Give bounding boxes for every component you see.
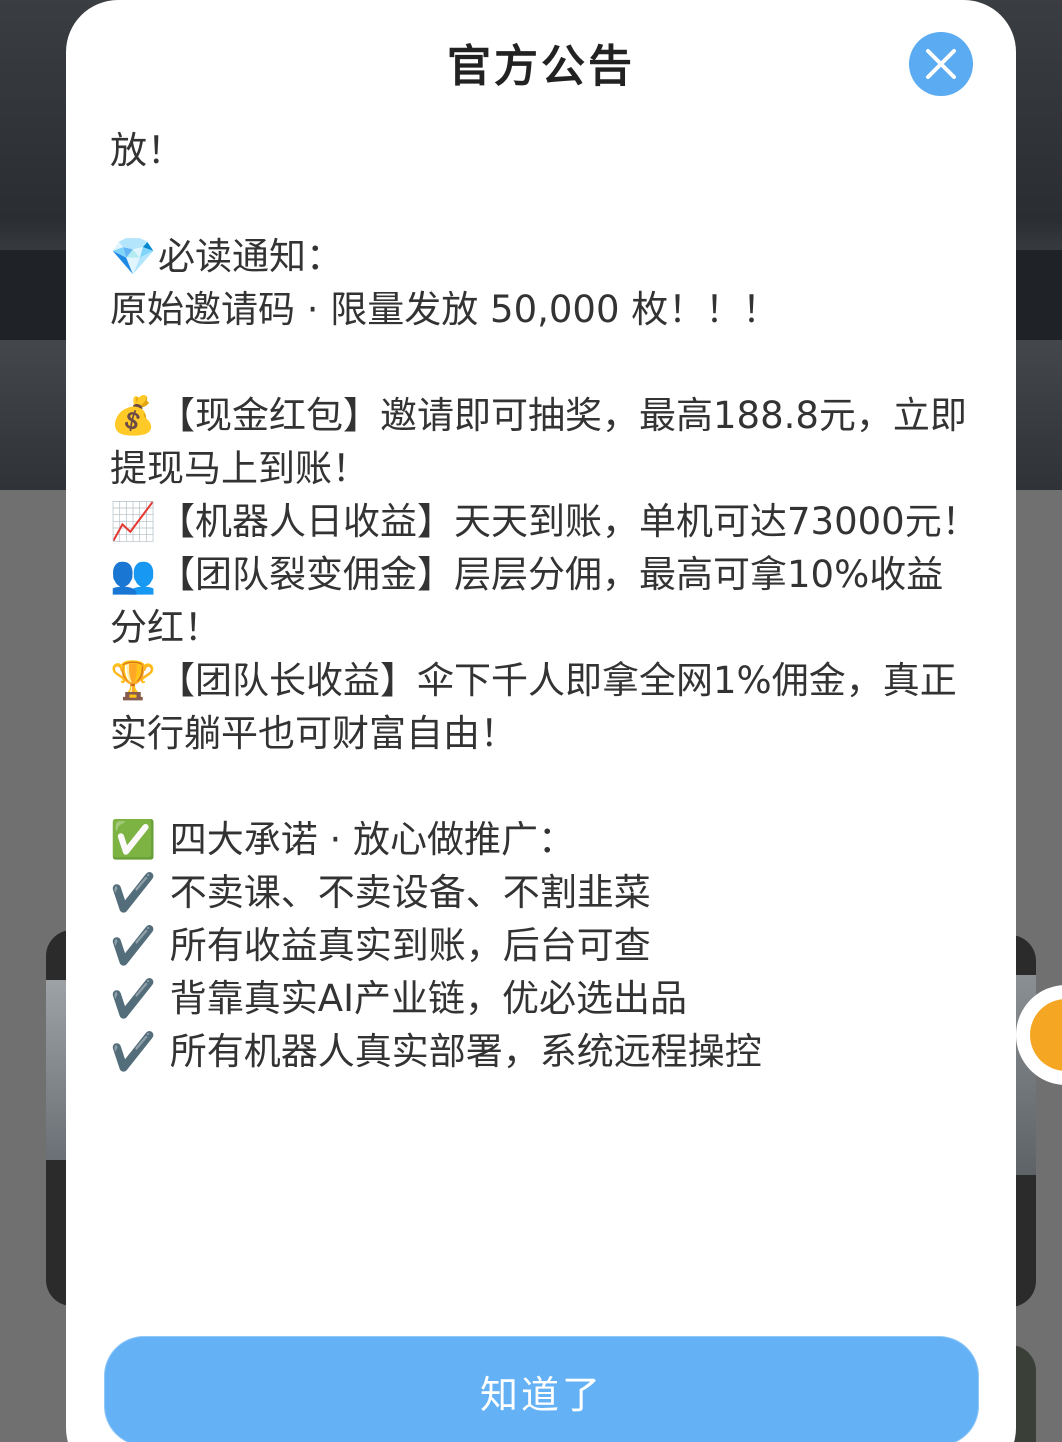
check-mark-icon: ✔️ bbox=[110, 977, 157, 1020]
money-bag-icon: 💰 bbox=[110, 394, 157, 437]
chart-up-icon: 📈 bbox=[110, 500, 157, 543]
acknowledge-button[interactable]: 知道了 bbox=[104, 1336, 979, 1442]
notice-line: 原始邀请码 · 限量发放 50,000 枚！！！ bbox=[110, 288, 780, 331]
promise-item: ✔️ 所有收益真实到账，后台可查 bbox=[110, 919, 980, 972]
check-mark-icon: ✔️ bbox=[110, 924, 157, 967]
promise-item: ✔️ 背靠真实AI产业链，优必选出品 bbox=[110, 972, 980, 1025]
people-icon: 👥 bbox=[110, 553, 157, 596]
benefit-item: 📈【机器人日收益】天天到账，单机可达73000元！ bbox=[110, 495, 980, 548]
diamond-icon: 💎 bbox=[110, 235, 157, 278]
screen: 官方公告 放！ 💎必读通知： 原始邀请码 · 限量发放 50,000 枚！！！ … bbox=[0, 0, 1062, 1442]
check-mark-icon: ✔️ bbox=[110, 1030, 157, 1073]
close-icon bbox=[926, 49, 956, 79]
close-button[interactable] bbox=[909, 32, 973, 96]
benefit-item: 💰【现金红包】邀请即可抽奖，最高188.8元，立即提现马上到账！ bbox=[110, 389, 980, 495]
promise-item: ✔️ 所有机器人真实部署，系统远程操控 bbox=[110, 1025, 980, 1078]
announcement-body: 放！ 💎必读通知： 原始邀请码 · 限量发放 50,000 枚！！！ 💰【现金红… bbox=[110, 124, 980, 1078]
notice-heading: 💎必读通知： bbox=[110, 230, 980, 283]
check-box-icon: ✅ bbox=[110, 818, 157, 861]
benefit-item: 🏆【团队长收益】伞下千人即拿全网1%佣金，真正实行躺平也可财富自由！ bbox=[110, 654, 980, 760]
promise-item: ✔️ 不卖课、不卖设备、不割韭菜 bbox=[110, 866, 980, 919]
trophy-icon: 🏆 bbox=[110, 659, 157, 702]
promise-heading: ✅ 四大承诺 · 放心做推广： bbox=[110, 813, 980, 866]
check-mark-icon: ✔️ bbox=[110, 871, 157, 914]
intro-fragment: 放！ bbox=[110, 129, 184, 172]
modal-title: 官方公告 bbox=[447, 41, 635, 92]
benefit-item: 👥【团队裂变佣金】层层分佣，最高可拿10%收益分红！ bbox=[110, 548, 980, 654]
announcement-modal: 官方公告 放！ 💎必读通知： 原始邀请码 · 限量发放 50,000 枚！！！ … bbox=[66, 0, 1016, 1442]
